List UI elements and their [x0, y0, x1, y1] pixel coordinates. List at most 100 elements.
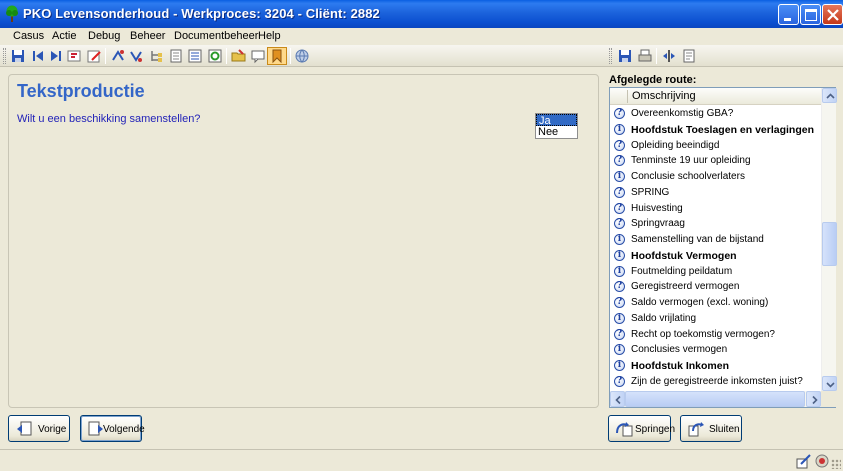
open-folder-icon[interactable]: [231, 48, 247, 64]
toolbar-grip-right[interactable]: [609, 48, 612, 64]
route-row-text: Hoofdstuk Vermogen: [631, 249, 737, 262]
route-row-text: Springvraag: [631, 218, 685, 230]
toolbar-separator: [105, 48, 106, 64]
question-icon: ?: [614, 218, 625, 230]
route-row[interactable]: ? Opleiding beeindigd: [610, 139, 821, 155]
question-icon: ?: [614, 202, 625, 214]
route-row-text: Saldo vrijlating: [631, 312, 697, 324]
sort-down-icon[interactable]: [128, 48, 144, 64]
vertical-scrollbar[interactable]: [821, 88, 837, 391]
chevron-right-icon: [812, 395, 818, 405]
menu-casus[interactable]: Casus: [13, 30, 44, 42]
route-row[interactable]: ? Huisvesting: [610, 202, 821, 218]
properties-icon[interactable]: [681, 48, 697, 64]
route-row-text: Foutmelding peildatum: [631, 265, 733, 277]
return-icon[interactable]: [66, 48, 82, 64]
answer-listbox[interactable]: Ja Nee: [535, 113, 578, 139]
route-row[interactable]: i Conclusie schoolverlaters: [610, 170, 821, 186]
edit-status-icon[interactable]: [796, 453, 812, 469]
scroll-up-button[interactable]: [822, 88, 837, 103]
horizontal-scrollbar[interactable]: [610, 391, 821, 407]
window-title: PKO Levensonderhoud - Werkproces: 3204 -…: [23, 6, 380, 21]
last-icon[interactable]: [48, 48, 64, 64]
answer-option-nee[interactable]: Nee: [536, 126, 577, 138]
route-row[interactable]: i Conclusies vermogen: [610, 343, 821, 359]
info-icon: i: [614, 265, 625, 277]
scroll-down-button[interactable]: [822, 376, 837, 391]
question-icon: ?: [614, 297, 625, 308]
stop-status-icon[interactable]: [814, 453, 830, 469]
close-button-label: Sluiten: [709, 424, 740, 435]
tree-icon[interactable]: [148, 48, 164, 64]
route-row[interactable]: i Hoofdstuk Inkomen: [610, 359, 821, 375]
prev-button[interactable]: Vorige: [8, 415, 70, 442]
comment-icon[interactable]: [250, 48, 266, 64]
bookmark-active-button[interactable]: [267, 47, 287, 65]
first-icon[interactable]: [30, 48, 46, 64]
maximize-button[interactable]: [800, 4, 821, 25]
menu-beheer[interactable]: Beheer: [130, 30, 165, 42]
minimize-icon: [784, 18, 791, 21]
jump-button[interactable]: Springen: [608, 415, 675, 442]
question-icon: ?: [614, 155, 625, 167]
route-row-text: Huisvesting: [631, 202, 683, 214]
column-header-omschrijving[interactable]: Omschrijving: [632, 90, 696, 102]
route-row[interactable]: i Hoofdstuk Toeslagen en verlagingen: [610, 123, 821, 139]
sort-up-icon[interactable]: [110, 48, 126, 64]
route-rows: ? Overeenkomstig GBA? i Hoofdstuk Toeslagen…: [610, 107, 821, 391]
globe-icon[interactable]: [294, 48, 310, 64]
title-bar[interactable]: PKO Levensonderhoud - Werkproces: 3204 -…: [0, 0, 843, 28]
scroll-thumb[interactable]: [822, 222, 837, 266]
document-icon[interactable]: [168, 48, 184, 64]
question-icon: ?: [614, 328, 625, 340]
minimize-button[interactable]: [778, 4, 799, 25]
route-row[interactable]: ? Zijn de geregistreerde inkomsten juist?: [610, 375, 821, 391]
route-row-text: SPRING: [631, 186, 670, 198]
question-icon: ?: [614, 139, 625, 151]
route-row[interactable]: ? Tenminste 19 uur opleiding: [610, 154, 821, 170]
scroll-right-button[interactable]: [806, 391, 821, 407]
toolbar-grip[interactable]: [3, 48, 6, 64]
route-row[interactable]: i Hoofdstuk Vermogen: [610, 249, 821, 265]
answer-option-ja[interactable]: Ja: [536, 114, 577, 127]
menu-actie[interactable]: Actie: [52, 30, 76, 42]
route-column-header[interactable]: Omschrijving: [610, 88, 821, 105]
route-row[interactable]: ? Overeenkomstig GBA?: [610, 107, 821, 123]
route-row[interactable]: ? Geregistreerd vermogen: [610, 280, 821, 296]
toolbar-separator: [656, 48, 657, 64]
route-row[interactable]: ? Recht op toekomstig vermogen?: [610, 328, 821, 344]
next-button[interactable]: Volgende: [80, 415, 145, 442]
save-icon[interactable]: [617, 48, 633, 64]
route-row-text: Conclusie schoolverlaters: [631, 171, 745, 182]
route-row-text: Tenminste 19 uur opleiding: [631, 155, 751, 167]
close-button[interactable]: [822, 4, 843, 25]
question-icon: ?: [614, 108, 625, 119]
refresh-icon[interactable]: [207, 48, 223, 64]
resize-grip[interactable]: [831, 459, 841, 469]
horizontal-scroll-thumb[interactable]: [625, 391, 805, 407]
menu-debug[interactable]: Debug: [88, 30, 120, 42]
edit-icon[interactable]: [86, 48, 102, 64]
scroll-left-button[interactable]: [610, 391, 625, 407]
route-row[interactable]: i Saldo vrijlating: [610, 312, 821, 328]
save-icon[interactable]: [10, 48, 26, 64]
route-row[interactable]: ? SPRING: [610, 186, 821, 202]
route-row-text: Geregistreerd vermogen: [631, 281, 740, 293]
list-icon[interactable]: [187, 48, 203, 64]
menu-documentbeheer[interactable]: Documentbeheer: [174, 30, 258, 42]
close-icon: [827, 9, 839, 21]
route-row[interactable]: ? Springvraag: [610, 217, 821, 233]
menu-help[interactable]: Help: [258, 30, 281, 42]
route-row[interactable]: ? Saldo vermogen (excl. woning): [610, 296, 821, 312]
print-icon[interactable]: [637, 48, 653, 64]
scrollbar-corner: [821, 391, 836, 407]
close-dialog-button[interactable]: Sluiten: [680, 415, 742, 442]
split-icon[interactable]: [661, 48, 677, 64]
toolbar-separator: [226, 48, 227, 64]
route-row-text: Hoofdstuk Toeslagen en verlagingen: [631, 123, 815, 136]
info-icon: i: [614, 344, 625, 356]
toolbar: [0, 45, 843, 67]
route-row[interactable]: i Samenstelling van de bijstand: [610, 233, 821, 249]
route-list[interactable]: Omschrijving ? Overeenkomstig GBA? i Hoofds…: [609, 87, 837, 408]
route-row[interactable]: i Foutmelding peildatum: [610, 265, 821, 281]
